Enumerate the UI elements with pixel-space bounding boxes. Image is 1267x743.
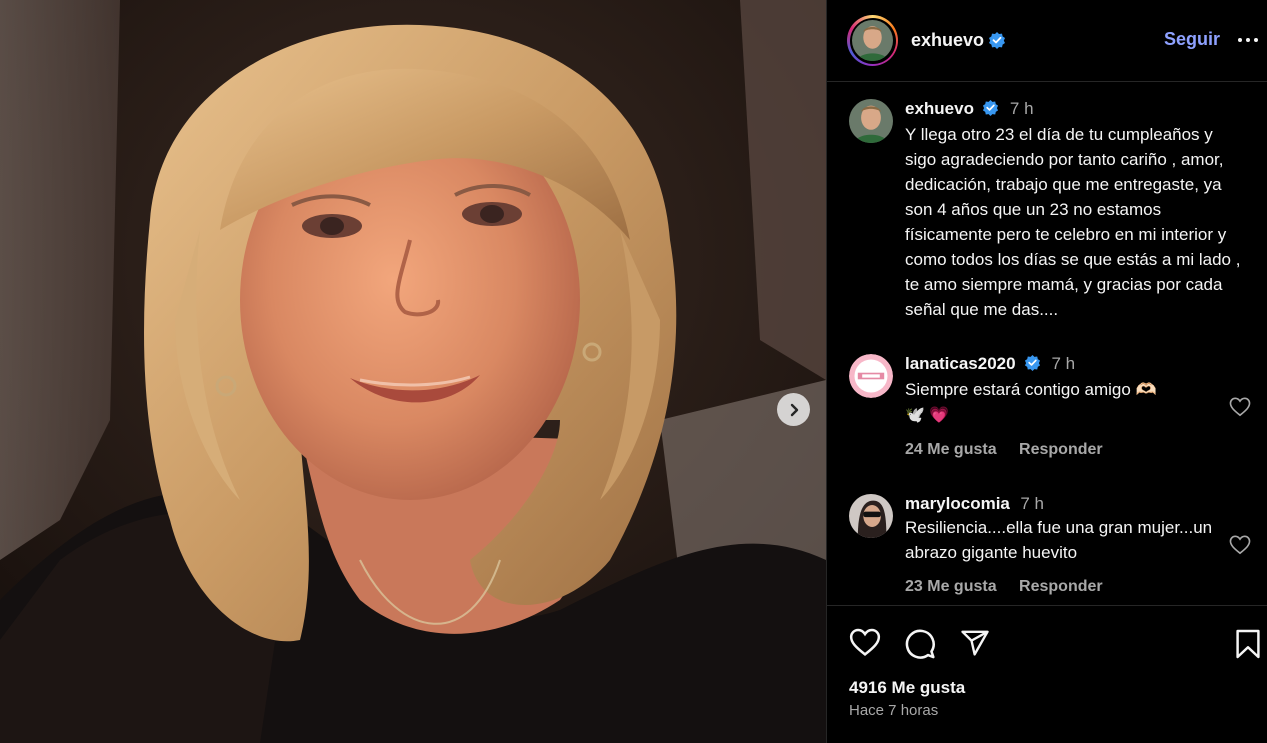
post-timestamp: Hace 7 horas xyxy=(849,702,939,719)
chevron-right-icon xyxy=(790,403,798,416)
comment-icon[interactable] xyxy=(904,628,936,660)
comment-username[interactable]: lanaticas2020 xyxy=(905,354,1016,373)
comment-time: 7 h xyxy=(1051,354,1076,374)
caption-text: Y llega otro 23 el día de tu cumpleaños … xyxy=(905,125,1241,319)
header-username[interactable]: exhuevo xyxy=(911,30,984,51)
story-avatar[interactable] xyxy=(847,15,898,66)
avatar-lanaticas2020[interactable] xyxy=(849,354,893,398)
reply-button[interactable]: Responder xyxy=(1019,441,1103,458)
comment-username[interactable]: marylocomia xyxy=(905,494,1010,513)
follow-button[interactable]: Seguir xyxy=(1164,29,1220,50)
more-options-icon[interactable] xyxy=(1236,30,1260,50)
send-icon[interactable] xyxy=(959,628,991,658)
comment-likes[interactable]: 23 Me gusta xyxy=(905,578,997,595)
reply-button[interactable]: Responder xyxy=(1019,578,1103,595)
caption-username[interactable]: exhuevo xyxy=(905,99,974,118)
comments-list[interactable]: exhuevo 7 h Y llega otro 23 el día de tu… xyxy=(827,83,1267,605)
likes-count[interactable]: 4916 Me gusta xyxy=(849,678,965,698)
verified-badge-icon xyxy=(988,31,1006,54)
bookmark-icon[interactable] xyxy=(1235,628,1261,660)
post-actions: 4916 Me gusta Hace 7 horas xyxy=(827,605,1267,743)
comment-time: 7 h xyxy=(1020,494,1044,513)
caption-time: 7 h xyxy=(1009,99,1034,119)
comment-likes[interactable]: 24 Me gusta xyxy=(905,441,997,458)
heart-icon[interactable] xyxy=(849,628,881,657)
comment-text: Resiliencia....ella fue una gran mujer..… xyxy=(905,518,1213,562)
comment-text: Siempre estará contigo amigo 🫶🏻 xyxy=(905,380,1157,399)
avatar-exhuevo xyxy=(852,20,893,61)
heart-icon[interactable] xyxy=(1229,535,1251,555)
verified-badge-icon xyxy=(1024,354,1041,376)
avatar-marylocomia[interactable] xyxy=(849,494,893,538)
post-header: exhuevo Seguir xyxy=(827,0,1267,82)
comment-text-emoji: 🕊️ 💗 xyxy=(905,407,950,424)
post-image[interactable] xyxy=(0,0,826,743)
avatar-exhuevo[interactable] xyxy=(849,99,893,143)
heart-icon[interactable] xyxy=(1229,397,1251,417)
post-photo xyxy=(0,0,826,743)
next-image-button[interactable] xyxy=(777,393,810,426)
verified-badge-icon xyxy=(982,99,999,121)
post-sidebar: exhuevo Seguir exhuevo 7 h Y llega otro … xyxy=(826,0,1267,743)
